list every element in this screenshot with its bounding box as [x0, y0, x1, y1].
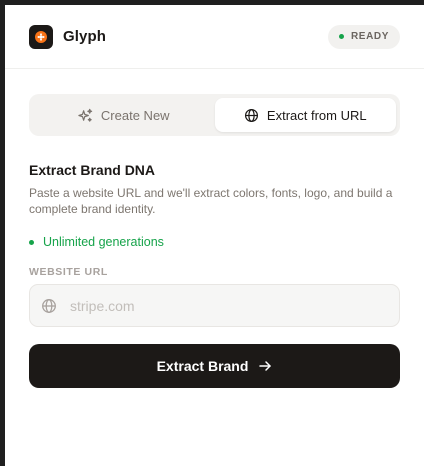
tab-create-new-label: Create New [100, 107, 170, 123]
generations-dot [29, 239, 34, 245]
generations-label: Unlimited generations [43, 235, 164, 249]
arrow-right-icon [259, 361, 272, 371]
tab-create-new[interactable]: Create New [33, 98, 215, 132]
status-badge: READY [327, 24, 400, 49]
website-url-input[interactable] [70, 297, 370, 314]
section-title: Extract Brand DNA [29, 162, 156, 178]
app-logo [29, 24, 53, 49]
extract-brand-button[interactable]: Extract Brand [29, 344, 400, 388]
main-content: Create New Extract from URL Extract Bran… [5, 69, 424, 388]
status-label: READY [350, 31, 389, 42]
section-description: Paste a website URL and we'll extract co… [29, 186, 393, 216]
website-url-field [29, 284, 400, 327]
sparkles-icon [78, 108, 93, 122]
tab-extract-from-url[interactable]: Extract from URL [214, 98, 396, 132]
orange-flower-icon [35, 30, 47, 43]
globe-icon [42, 298, 56, 313]
generations-indicator: Unlimited generations [29, 235, 400, 249]
mode-tabs: Create New Extract from URL [29, 94, 400, 136]
extract-brand-label: Extract Brand [156, 358, 249, 374]
website-url-label: WEBSITE URL [29, 266, 108, 278]
header: Glyph READY [5, 5, 424, 69]
app-name: Glyph [63, 28, 107, 45]
status-dot [338, 34, 344, 39]
app-panel: Glyph READY Create New Extract from URL … [5, 5, 424, 466]
tab-extract-from-url-label: Extract from URL [266, 107, 367, 123]
globe-icon [244, 108, 258, 122]
